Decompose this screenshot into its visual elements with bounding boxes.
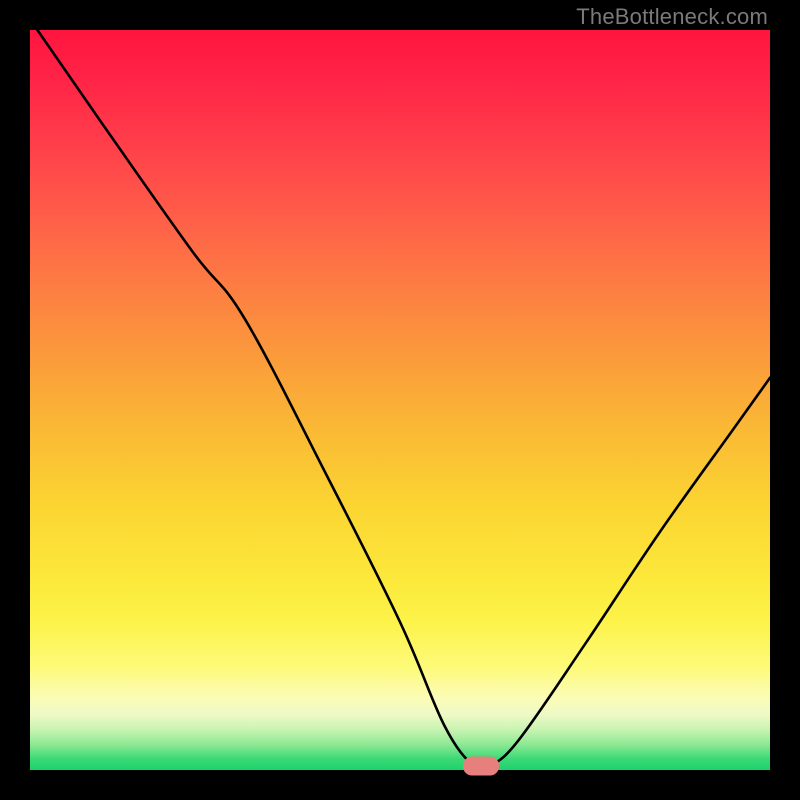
plot-area [30, 30, 770, 770]
watermark-text: TheBottleneck.com [576, 4, 768, 30]
chart-frame: TheBottleneck.com [0, 0, 800, 800]
minimum-marker [463, 757, 499, 776]
bottleneck-line [30, 30, 770, 770]
